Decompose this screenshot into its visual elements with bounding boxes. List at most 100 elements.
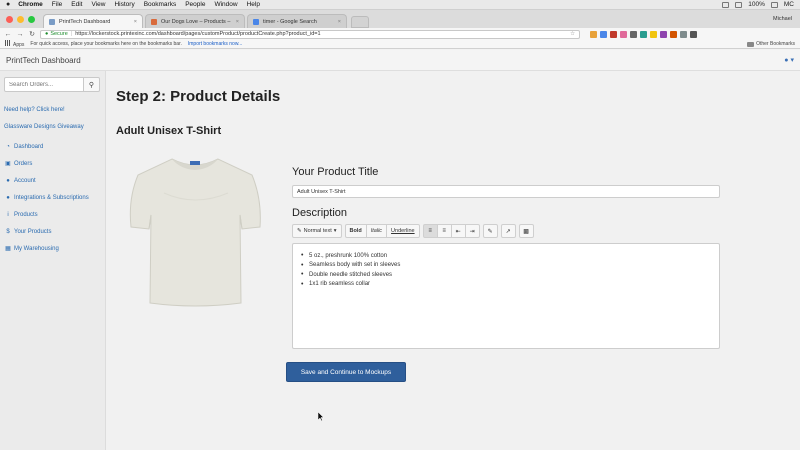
cart-icon: ▣ (5, 161, 11, 167)
bookmark-star-icon[interactable]: ☆ (570, 30, 575, 38)
extension-icon[interactable] (660, 30, 667, 38)
bullet-list-icon: ≡ (428, 228, 432, 234)
dollar-icon: $ (6, 228, 10, 235)
browser-tab-dashboard[interactable]: PrintTech Dashboard × (43, 14, 143, 28)
extension-icon[interactable] (610, 30, 617, 38)
menu-bookmarks[interactable]: Bookmarks (144, 0, 177, 10)
apple-icon[interactable]: ● (6, 0, 10, 10)
bulleted-list-button[interactable]: ≡ (422, 224, 438, 238)
close-tab-icon[interactable]: × (338, 19, 341, 25)
search-orders-input[interactable] (4, 77, 84, 92)
other-bookmarks[interactable]: Other Bookmarks (747, 41, 795, 47)
list-item: 1x1 rib seamless collar (301, 280, 711, 290)
lock-icon: ● (45, 31, 49, 37)
bold-button[interactable]: Bold (344, 224, 367, 238)
volume-icon[interactable] (735, 1, 743, 8)
battery-icon[interactable] (770, 1, 778, 8)
search-button[interactable]: ⚲ (84, 77, 100, 92)
sidebar-item-products[interactable]: i Products (4, 206, 101, 223)
address-bar[interactable]: ● Secure | https://lockerstock.printexin… (40, 29, 580, 39)
back-icon[interactable]: ← (4, 31, 12, 38)
tab-label: PrintTech Dashboard (59, 18, 111, 25)
apps-shortcut[interactable]: Apps (5, 40, 24, 48)
caret-down-icon: ▾ (333, 228, 337, 234)
pencil-icon: ✎ (297, 228, 302, 234)
extension-icon[interactable] (620, 30, 627, 38)
list-group: ≡ ≡ ⇤ ⇥ (422, 224, 480, 238)
edit-html-button[interactable]: ✎ (482, 224, 498, 238)
minimize-window-icon[interactable] (17, 15, 24, 23)
italic-button[interactable]: Italic (365, 224, 388, 238)
import-bookmarks-link[interactable]: Import bookmarks now... (188, 41, 242, 47)
extension-icon[interactable] (590, 30, 597, 38)
app-header: PrintTech Dashboard ● ▾ (0, 50, 800, 71)
favicon-icon (151, 18, 157, 25)
outdent-button[interactable]: ⇤ (450, 224, 466, 238)
close-tab-icon[interactable]: × (236, 19, 239, 25)
order-search: ⚲ (4, 77, 101, 92)
browser-tab-products[interactable]: Our Dogs Love – Products – × (145, 14, 245, 28)
extension-icon[interactable] (680, 30, 687, 38)
secure-label: Secure (50, 31, 68, 37)
browser-tab-google[interactable]: timer - Google Search × (247, 14, 347, 28)
extension-icon[interactable] (640, 30, 647, 38)
product-title-input[interactable] (292, 185, 720, 198)
forward-icon[interactable]: → (16, 31, 24, 38)
brand-title[interactable]: PrintTech Dashboard (6, 56, 81, 65)
tab-label: timer - Google Search (263, 18, 317, 25)
help-link[interactable]: Need help? Click here! (4, 104, 101, 121)
description-label: Description (292, 207, 348, 219)
menu-history[interactable]: History (114, 0, 134, 10)
extension-icon[interactable] (670, 30, 677, 38)
user-initials[interactable]: MC (784, 0, 794, 10)
sidebar-item-integrations[interactable]: ● Integrations & Subscriptions (4, 189, 101, 206)
outdent-icon: ⇤ (455, 228, 461, 235)
menu-people[interactable]: People (185, 0, 205, 10)
menu-help[interactable]: Help (247, 0, 260, 10)
extension-icon[interactable] (650, 30, 657, 38)
bookmarks-bar: Apps For quick access, place your bookma… (0, 40, 800, 49)
numbered-list-button[interactable]: ≡ (436, 224, 452, 238)
extension-icon[interactable] (600, 30, 607, 38)
insert-link-button[interactable]: ↗ (500, 224, 516, 238)
underline-button[interactable]: Underline (386, 224, 420, 238)
menu-file[interactable]: File (52, 0, 62, 10)
sidebar-item-warehousing[interactable]: ▦ My Warehousing (4, 240, 101, 257)
wifi-icon[interactable] (722, 1, 730, 8)
os-menubar: ● Chrome File Edit View History Bookmark… (0, 0, 800, 10)
menu-dots-icon[interactable] (690, 30, 697, 38)
dashboard-icon: ◔ (6, 143, 10, 150)
text-format-dropdown[interactable]: ✎ Normal text ▾ (292, 224, 342, 238)
reload-icon[interactable]: ↻ (28, 30, 36, 38)
indent-button[interactable]: ⇥ (464, 224, 480, 238)
menu-view[interactable]: View (91, 0, 105, 10)
sidebar-item-orders[interactable]: ▣ Orders (4, 155, 101, 172)
user-menu[interactable]: ● ▾ (784, 56, 794, 65)
page-title: Step 2: Product Details (116, 88, 281, 105)
numbered-list-icon: ≡ (442, 228, 446, 234)
new-tab-button[interactable] (351, 16, 369, 28)
close-window-icon[interactable] (6, 15, 13, 23)
menu-chrome[interactable]: Chrome (18, 0, 43, 10)
maximize-window-icon[interactable] (28, 15, 35, 23)
browser-toolbar: ← → ↻ ● Secure | https://lockerstock.pri… (0, 28, 800, 40)
menu-window[interactable]: Window (214, 0, 237, 10)
extension-icon[interactable] (630, 30, 637, 38)
sidebar-item-dashboard[interactable]: ◔ Dashboard (4, 138, 101, 155)
warehouse-icon: ▦ (5, 246, 11, 252)
save-continue-button[interactable]: Save and Continue to Mockups (286, 362, 406, 382)
list-item: Double needle stitched sleeves (301, 270, 711, 280)
sidebar-item-account[interactable]: ● Account (4, 172, 101, 189)
description-editor[interactable]: 5 oz., preshrunk 100% cotton Seamless bo… (292, 243, 720, 349)
main-content: Step 2: Product Details Adult Unisex T-S… (106, 71, 800, 450)
sidebar-item-label: Orders (14, 160, 33, 167)
close-tab-icon[interactable]: × (134, 19, 137, 25)
product-name: Adult Unisex T-Shirt (116, 125, 222, 137)
list-item: Seamless body with set in sleeves (301, 261, 711, 271)
insert-image-button[interactable]: ▩ (518, 224, 534, 238)
profile-name[interactable]: Michael (773, 16, 800, 22)
giveaway-link[interactable]: Glassware Designs Giveaway (4, 121, 101, 138)
menu-edit[interactable]: Edit (71, 0, 82, 10)
sidebar-item-your-products[interactable]: $ Your Products (4, 223, 101, 240)
sidebar-item-label: Dashboard (14, 143, 44, 150)
